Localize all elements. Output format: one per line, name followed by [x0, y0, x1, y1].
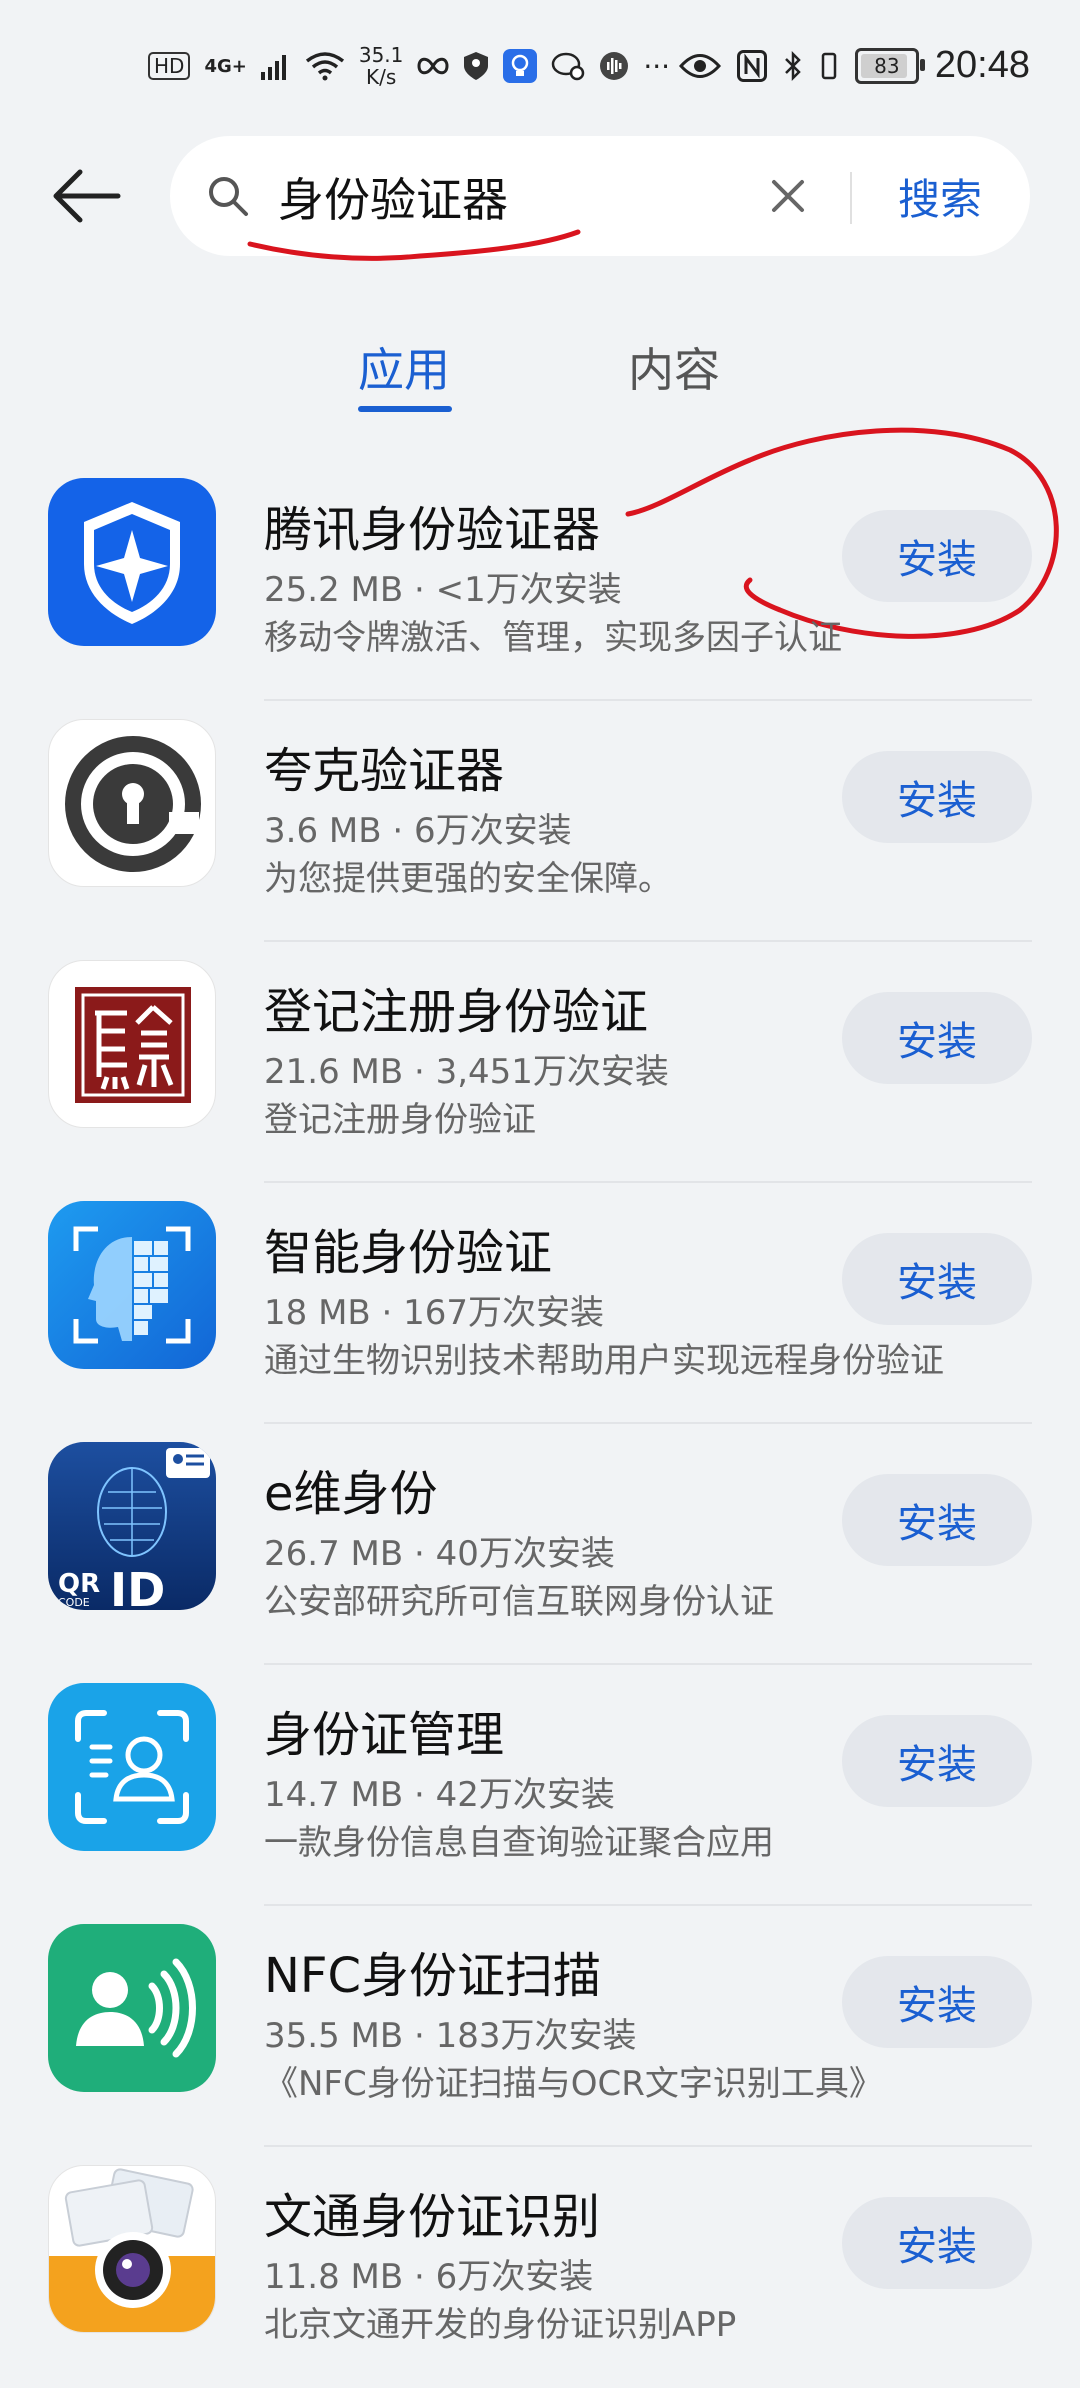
list-item[interactable]: 腾讯身份验证器 25.2 MB · <1万次安装 移动令牌激活、管理，实现多因子… [0, 460, 1080, 701]
app-description: 移动令牌激活、管理，实现多因子认证 [264, 618, 842, 658]
list-item[interactable]: QR CODE ID e维身份 26.7 MB · 40万次安装 公安部研究所可信互… [0, 1424, 1080, 1665]
status-right: 83 20:48 [678, 44, 1030, 87]
search-bar-row: 身份验证器 搜索 [0, 130, 1080, 260]
network-type: 4G+ [204, 55, 247, 77]
back-arrow-icon[interactable] [48, 166, 128, 226]
face-scan-icon [48, 1201, 216, 1369]
install-button[interactable]: 安装 [842, 992, 1032, 1084]
list-item[interactable]: 智能身份验证 18 MB · 167万次安装 通过生物识别技术帮助用户实现远程身… [0, 1183, 1080, 1424]
install-button[interactable]: 安装 [842, 2197, 1032, 2289]
app-meta: 14.7 MB · 42万次安装 [264, 1775, 615, 1815]
search-divider [850, 172, 852, 224]
net-speed: 35.1 K/s [359, 44, 404, 88]
app-meta: 25.2 MB · <1万次安装 [264, 570, 622, 610]
tab-content[interactable]: 内容 [628, 334, 720, 400]
privacy-shield-icon [464, 52, 489, 80]
app-description: 北京文通开发的身份证识别APP [264, 2305, 737, 2345]
install-button[interactable]: 安装 [842, 1233, 1032, 1325]
vibrate-icon [821, 52, 837, 79]
bulb-notification-icon [503, 49, 538, 83]
wifi-icon [305, 52, 344, 81]
install-button[interactable]: 安装 [842, 510, 1032, 602]
id-scan-frame-icon [48, 1683, 216, 1851]
active-tab-indicator [358, 406, 452, 412]
qr-code-id-icon: QR CODE ID [48, 1442, 216, 1610]
app-description: 一款身份信息自查询验证聚合应用 [264, 1823, 774, 1863]
app-description: 为您提供更强的安全保障。 [264, 859, 672, 899]
camera-id-card-icon [48, 2165, 216, 2333]
app-name: 身份证管理 [264, 1707, 505, 1763]
list-item[interactable]: 文通身份证识别 11.8 MB · 6万次安装 北京文通开发的身份证识别APP … [0, 2147, 1080, 2388]
list-item[interactable]: NFC身份证扫描 35.5 MB · 183万次安装 《NFC身份证扫描与OCR… [0, 1906, 1080, 2147]
audio-wave-icon [600, 52, 629, 80]
app-name: 夸克验证器 [264, 743, 505, 799]
list-item[interactable]: 身份证管理 14.7 MB · 42万次安装 一款身份信息自查询验证聚合应用 安… [0, 1665, 1080, 1906]
result-tabs: 应用 内容 [0, 320, 1080, 420]
eye-icon [678, 53, 721, 78]
list-item[interactable]: 登记注册身份验证 21.6 MB · 3,451万次安装 登记注册身份验证 安装 [0, 942, 1080, 1183]
search-button[interactable]: 搜索 [898, 166, 982, 227]
bluetooth-icon [785, 50, 801, 81]
app-result-list: 腾讯身份验证器 25.2 MB · <1万次安装 移动令牌激活、管理，实现多因子… [0, 460, 1080, 2388]
nfc-icon [736, 49, 767, 82]
clock: 20:48 [934, 44, 1030, 86]
app-name: e维身份 [264, 1466, 438, 1522]
search-icon [209, 177, 248, 216]
app-meta: 21.6 MB · 3,451万次安装 [264, 1052, 669, 1092]
status-bar: HD 4G+ 35.1 K/s ··· 83 20:48 [0, 0, 1080, 130]
app-name: NFC身份证扫描 [264, 1948, 602, 2004]
chat-icon [552, 52, 585, 81]
app-meta: 3.6 MB · 6万次安装 [264, 811, 572, 851]
tab-apps[interactable]: 应用 [358, 334, 450, 400]
list-item[interactable]: 夸克验证器 3.6 MB · 6万次安装 为您提供更强的安全保障。 安装 [0, 701, 1080, 942]
install-button[interactable]: 安装 [842, 1474, 1032, 1566]
search-input[interactable]: 身份验证器 [278, 164, 508, 230]
battery-level: 83 [874, 53, 900, 78]
keyhole-lock-icon [48, 719, 216, 887]
speed-unit: K/s [365, 65, 397, 89]
svg-text:CODE: CODE [58, 1596, 90, 1609]
infinity-icon [417, 57, 449, 75]
app-name: 智能身份验证 [264, 1225, 553, 1281]
app-description: 登记注册身份验证 [264, 1100, 536, 1140]
app-meta: 26.7 MB · 40万次安装 [264, 1534, 615, 1574]
battery-icon: 83 [854, 47, 925, 84]
svg-text:QR: QR [58, 1569, 100, 1599]
app-name: 文通身份证识别 [264, 2189, 601, 2245]
app-name: 登记注册身份验证 [264, 984, 649, 1040]
svg-text:ID: ID [110, 1563, 165, 1610]
app-meta: 18 MB · 167万次安装 [264, 1293, 605, 1333]
red-seal-icon [48, 960, 216, 1128]
speed-value: 35.1 [358, 43, 404, 67]
search-field[interactable]: 身份验证器 搜索 [170, 136, 1030, 256]
app-meta: 11.8 MB · 6万次安装 [264, 2257, 594, 2297]
tencent-shield-icon [48, 478, 216, 646]
install-button[interactable]: 安装 [842, 751, 1032, 843]
signal-icon [260, 55, 286, 80]
install-button[interactable]: 安装 [842, 1715, 1032, 1807]
more-notifications-icon: ··· [643, 49, 671, 83]
app-meta: 35.5 MB · 183万次安装 [264, 2016, 637, 2056]
status-left: HD 4G+ 35.1 K/s ··· [148, 44, 670, 88]
hd-badge: HD [148, 52, 191, 80]
app-description: 《NFC身份证扫描与OCR文字识别工具》 [264, 2064, 883, 2104]
app-description: 通过生物识别技术帮助用户实现远程身份验证 [264, 1341, 944, 1381]
install-button[interactable]: 安装 [842, 1956, 1032, 2048]
nfc-person-icon [48, 1924, 216, 2092]
app-name: 腾讯身份验证器 [264, 502, 601, 558]
app-description: 公安部研究所可信互联网身份认证 [264, 1582, 774, 1622]
clear-icon[interactable] [768, 176, 808, 216]
